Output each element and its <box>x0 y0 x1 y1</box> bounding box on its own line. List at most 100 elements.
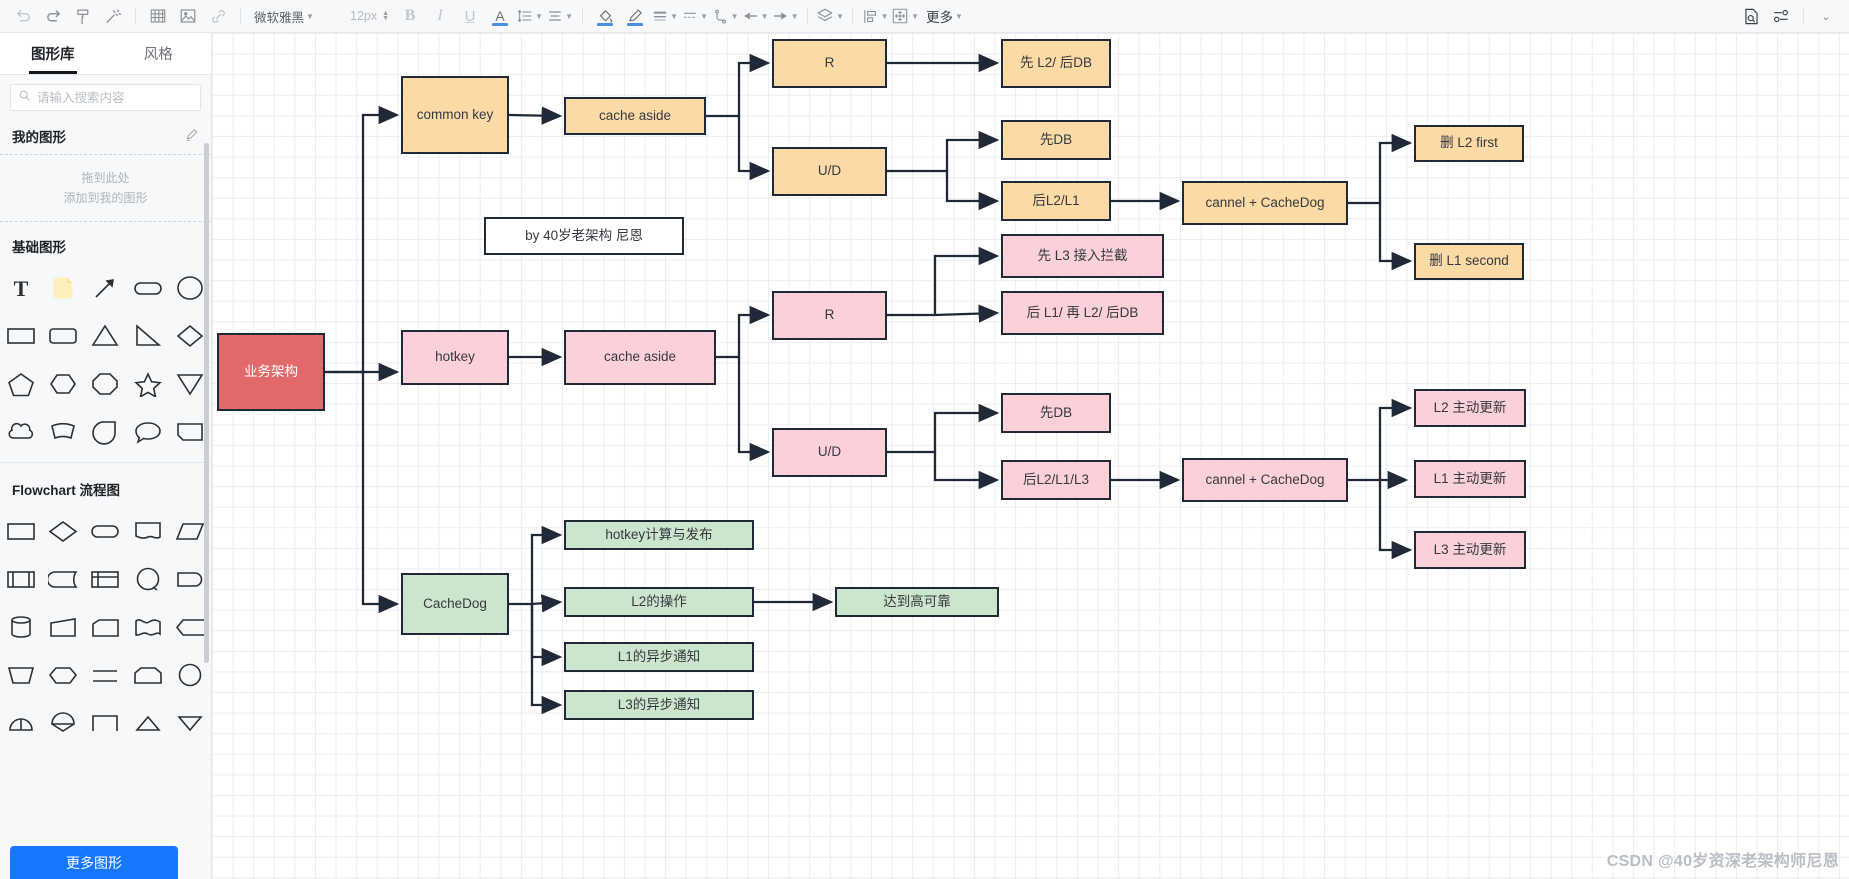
shape-terminator[interactable] <box>84 507 126 555</box>
diagram-node-cachedog[interactable]: CacheDog <box>401 573 509 635</box>
diagram-node-d2[interactable]: 删 L1 second <box>1414 243 1524 280</box>
shape-open-rect[interactable] <box>84 699 126 747</box>
shape-triangle-flat[interactable] <box>127 699 169 747</box>
align-icon[interactable]: ▼ <box>545 3 575 29</box>
clear-format-icon[interactable] <box>98 3 128 29</box>
search-input[interactable] <box>37 90 193 105</box>
chevron-down-icon[interactable]: ⌄ <box>1811 3 1841 29</box>
my-shapes-dropzone[interactable]: 拖到此处 添加到我的图形 <box>0 154 211 222</box>
diagram-node-r2[interactable]: R <box>772 291 887 340</box>
diagram-node-g3[interactable]: L1的异步通知 <box>564 642 754 672</box>
shape-star[interactable] <box>127 360 169 408</box>
diagram-node-ud2[interactable]: U/D <box>772 428 887 477</box>
shape-octagon[interactable] <box>84 360 126 408</box>
shape-speech-bubble[interactable] <box>127 408 169 456</box>
shape-text[interactable]: T <box>0 264 42 312</box>
shape-document[interactable] <box>127 507 169 555</box>
diagram-node-p3[interactable]: 先DB <box>1001 393 1111 433</box>
format-painter-icon[interactable] <box>68 3 98 29</box>
diagram-node-root[interactable]: 业务架构 <box>217 333 325 411</box>
diagram-node-cd1[interactable]: cannel + CacheDog <box>1182 181 1348 225</box>
diagram-node-hotkey[interactable]: hotkey <box>401 330 509 385</box>
pen-color-icon[interactable] <box>620 3 650 29</box>
diagram-node-ca1[interactable]: cache aside <box>564 97 706 135</box>
more-shapes-button[interactable]: 更多图形 <box>10 846 178 879</box>
arrow-start-icon[interactable]: ▼ <box>740 3 770 29</box>
diagram-node-o2[interactable]: 先DB <box>1001 120 1111 160</box>
align-objects-icon[interactable]: ▼ <box>860 3 890 29</box>
shape-tape-data[interactable] <box>42 555 84 603</box>
italic-icon[interactable]: I <box>425 3 455 29</box>
settings-toggle-icon[interactable] <box>1766 3 1796 29</box>
shape-hexagon[interactable] <box>42 360 84 408</box>
line-dash-icon[interactable]: ▼ <box>680 3 710 29</box>
shape-half-circle-split[interactable] <box>0 699 42 747</box>
shape-internal-storage[interactable] <box>84 555 126 603</box>
shape-cylinder[interactable] <box>0 603 42 651</box>
font-size-input[interactable]: 12px ▲ ▼ <box>344 9 395 23</box>
shape-predefined-process[interactable] <box>0 555 42 603</box>
diagram-node-ud1[interactable]: U/D <box>772 147 887 196</box>
more-menu-button[interactable]: 更多 ▼ <box>920 6 969 26</box>
shape-process[interactable] <box>0 507 42 555</box>
shape-arc-banner[interactable] <box>42 408 84 456</box>
shape-trapezoid[interactable] <box>0 651 42 699</box>
diagram-node-ca2[interactable]: cache aside <box>564 330 716 385</box>
diagram-canvas[interactable]: 业务架构 common key cache aside R U/D 先 L2/ 后DB 先D… <box>212 33 1849 879</box>
shape-rounded-rect[interactable] <box>127 264 169 312</box>
fill-color-icon[interactable] <box>590 3 620 29</box>
link-icon[interactable] <box>203 3 233 29</box>
position-icon[interactable]: ▼ <box>890 3 920 29</box>
font-color-icon[interactable]: A <box>485 3 515 29</box>
tab-shape-library[interactable]: 图形库 <box>0 33 106 74</box>
image-icon[interactable] <box>173 3 203 29</box>
shape-right-triangle[interactable] <box>127 312 169 360</box>
font-family-select[interactable]: 微软雅黑 ▼ <box>248 7 344 26</box>
shape-chevron-down[interactable] <box>169 699 211 747</box>
shape-hexagon-wide[interactable] <box>42 651 84 699</box>
diagram-node-o1[interactable]: 先 L2/ 后DB <box>1001 39 1111 88</box>
panel-scrollbar[interactable] <box>204 143 209 663</box>
diagram-node-u2[interactable]: L1 主动更新 <box>1414 460 1526 498</box>
layers-icon[interactable]: ▼ <box>815 3 845 29</box>
diagram-node-commonkey[interactable]: common key <box>401 76 509 154</box>
shape-manual-input[interactable] <box>84 603 126 651</box>
shape-arrow-line[interactable] <box>84 264 126 312</box>
diagram-node-g1[interactable]: hotkey计算与发布 <box>564 520 754 550</box>
undo-icon[interactable] <box>8 3 38 29</box>
diagram-node-p2[interactable]: 后 L1/ 再 L2/ 后DB <box>1001 291 1164 335</box>
shape-triangle[interactable] <box>84 312 126 360</box>
arrow-end-icon[interactable]: ▼ <box>770 3 800 29</box>
diagram-node-u3[interactable]: L3 主动更新 <box>1414 531 1526 569</box>
diagram-node-o3[interactable]: 后L2/L1 <box>1001 181 1111 221</box>
preview-icon[interactable] <box>1736 3 1766 29</box>
line-height-icon[interactable]: ▼ <box>515 3 545 29</box>
shape-teardrop[interactable] <box>84 408 126 456</box>
pencil-icon[interactable] <box>185 128 199 145</box>
shape-rect-rounded2[interactable] <box>42 312 84 360</box>
diagram-node-g5[interactable]: 达到高可靠 <box>835 587 999 617</box>
connector-icon[interactable]: ▼ <box>710 3 740 29</box>
shape-decision[interactable] <box>42 507 84 555</box>
diagram-node-r1[interactable]: R <box>772 39 887 88</box>
shape-circle-envelope[interactable] <box>42 699 84 747</box>
redo-icon[interactable] <box>38 3 68 29</box>
diagram-node-p1[interactable]: 先 L3 接入拦截 <box>1001 234 1164 278</box>
shape-wave[interactable] <box>127 603 169 651</box>
shape-cloud[interactable] <box>0 408 42 456</box>
diagram-node-by[interactable]: by 40岁老架构 尼恩 <box>484 217 684 255</box>
shape-rect[interactable] <box>0 312 42 360</box>
shape-connector-circle[interactable] <box>127 555 169 603</box>
underline-icon[interactable]: U̲ <box>455 3 485 29</box>
diagram-node-d1[interactable]: 删 L2 first <box>1414 125 1524 162</box>
diagram-node-g2[interactable]: L2的操作 <box>564 587 754 617</box>
table-icon[interactable] <box>143 3 173 29</box>
shape-trapezoid-right[interactable] <box>42 603 84 651</box>
bold-icon[interactable]: B <box>395 3 425 29</box>
shape-pentagon[interactable] <box>0 360 42 408</box>
diagram-node-cd2[interactable]: cannel + CacheDog <box>1182 458 1348 502</box>
search-box[interactable] <box>10 84 201 111</box>
diagram-node-g4[interactable]: L3的异步通知 <box>564 690 754 720</box>
shape-note[interactable] <box>42 264 84 312</box>
diagram-node-p4[interactable]: 后L2/L1/L3 <box>1001 460 1111 500</box>
